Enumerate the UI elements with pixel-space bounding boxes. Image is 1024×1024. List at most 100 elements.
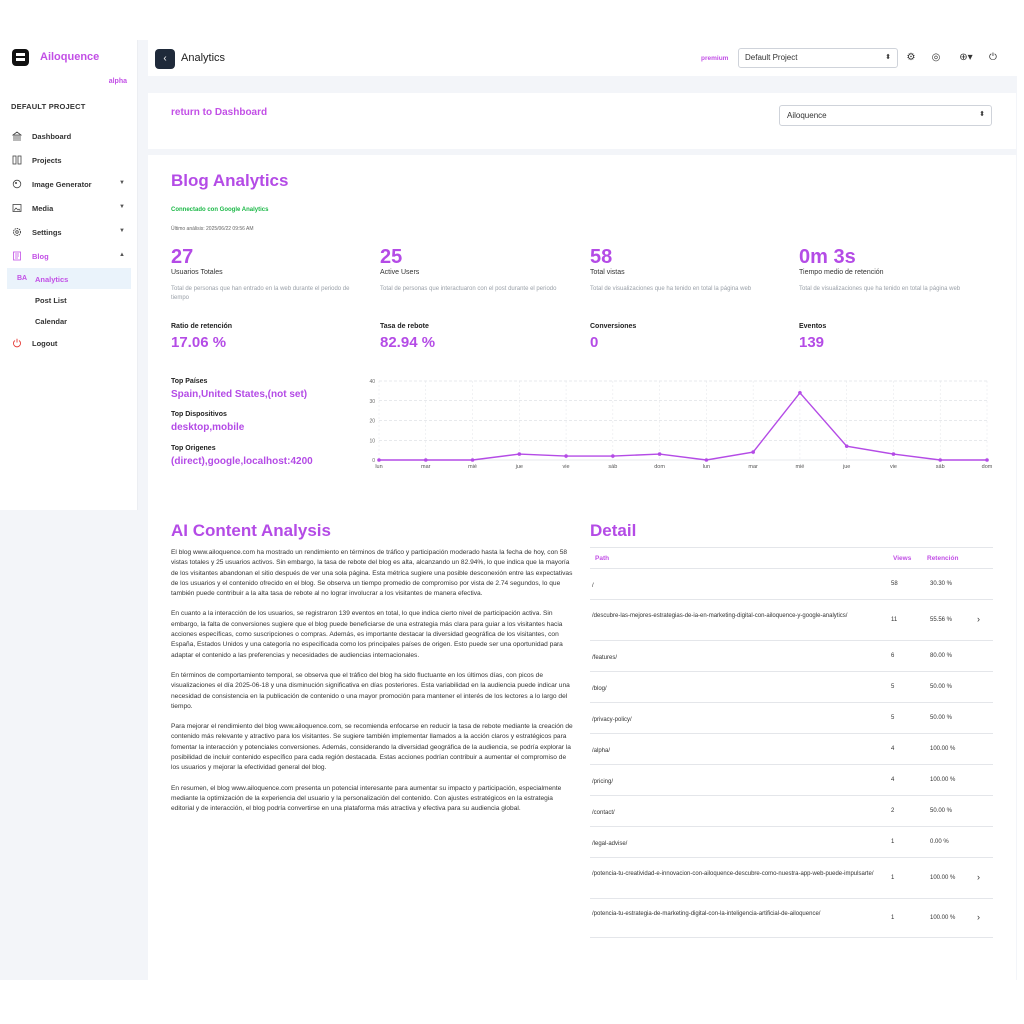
brand-name[interactable]: Ailoquence <box>40 51 99 63</box>
column-header-retention[interactable]: Retención <box>927 555 958 562</box>
x-tick-label: vie <box>890 464 897 470</box>
blog-analytics-title: Blog Analytics <box>171 171 289 190</box>
site-select-value: Ailoquence <box>787 111 827 120</box>
data-point <box>704 458 709 462</box>
table-row[interactable]: /alpha/4 100.00 % <box>590 734 993 765</box>
stat-description: Total de visualizaciones que ha tenido e… <box>799 286 961 292</box>
x-tick-label: lun <box>703 464 710 470</box>
row-views: 4 <box>891 776 895 783</box>
power-icon <box>13 338 21 348</box>
subitem-abbr: BA <box>17 275 28 282</box>
version-tag: alpha <box>108 78 127 85</box>
table-row[interactable]: /contact/2 50.00 % <box>590 796 993 827</box>
sidebar-item-media[interactable]: Media ▼ <box>0 196 138 220</box>
detail-title: Detail <box>590 521 637 540</box>
chevron-down-icon: ▼ <box>119 228 125 234</box>
row-retention: 100.00 % <box>930 874 956 881</box>
kpi-conversions: Conversiones 0 <box>590 323 636 351</box>
chevron-right-icon[interactable]: › <box>977 872 980 882</box>
top-devices-value: desktop,mobile <box>171 422 245 433</box>
sidebar-item-settings[interactable]: Settings ▼ <box>0 220 138 244</box>
sidebar-item-logout[interactable]: Logout <box>0 331 138 355</box>
row-path: /pricing/ <box>592 778 614 785</box>
stat-value: 0m 3s <box>799 246 856 268</box>
data-point <box>751 450 755 454</box>
sidebar-subitem-post-list[interactable]: Post List <box>0 289 138 310</box>
data-point <box>517 452 522 456</box>
plan-badge: premium <box>701 55 729 62</box>
kpi-name: Eventos <box>799 323 827 330</box>
kpi-events: Eventos 139 <box>799 323 826 351</box>
stat-avg-retention-time: 0m 3s Tiempo medio de retención Total de… <box>799 246 989 294</box>
subitem-label: Calendar <box>35 317 68 326</box>
x-tick-label: sáb <box>936 464 945 470</box>
row-path: / <box>592 582 594 589</box>
media-icon <box>12 204 22 212</box>
sidebar-item-blog[interactable]: Blog ▲ <box>0 244 138 268</box>
y-tick-label: 10 <box>369 438 375 444</box>
gear-icon <box>13 228 21 236</box>
sidebar-item-dashboard[interactable]: Dashboard <box>0 124 138 148</box>
kpi-retention-ratio: Ratio de retención 17.06 % <box>171 323 232 351</box>
chevron-right-icon[interactable]: › <box>977 912 980 922</box>
stat-value: 58 <box>590 246 613 268</box>
site-select[interactable]: Ailoquence ⬍ <box>779 105 992 126</box>
columns-icon <box>12 155 22 165</box>
table-row[interactable]: /legal-advise/1 0.00 % <box>590 827 993 858</box>
chevron-down-icon: ▼ <box>119 204 125 210</box>
table-row[interactable]: /descubre-las-mejores-estrategias-de-ia-… <box>590 600 993 641</box>
x-tick-label: mié <box>795 464 804 470</box>
y-tick-label: 40 <box>369 379 375 385</box>
settings-icon[interactable]: ⚙ <box>906 53 916 63</box>
table-row[interactable]: /privacy-policy/5 50.00 % <box>590 703 993 734</box>
chevron-up-icon: ▲ <box>119 252 125 258</box>
table-row[interactable]: /potencia-tu-creatividad-e-innovacion-co… <box>590 858 993 899</box>
row-retention: 30.30 % <box>930 580 953 587</box>
return-to-dashboard-link[interactable]: return to Dashboard <box>171 107 267 118</box>
analysis-paragraph: En cuanto a la interacción de los usuari… <box>171 610 563 659</box>
stat-name: Active Users <box>380 269 420 276</box>
data-point <box>377 458 381 462</box>
row-views: 5 <box>891 683 895 690</box>
column-header-path[interactable]: Path <box>595 555 609 562</box>
kpi-bounce-rate: Tasa de rebote 82.94 % <box>380 323 435 351</box>
back-button[interactable]: ‹ <box>155 49 175 69</box>
table-row[interactable]: /features/6 80.00 % <box>590 641 993 672</box>
sidebar-subitem-calendar[interactable]: Calendar <box>0 310 138 331</box>
sidebar-item-label: Media <box>32 204 54 213</box>
sidebar-item-label: Image Generator <box>32 180 92 189</box>
row-retention: 55.56 % <box>930 616 953 623</box>
controls-card: return to Dashboard Ailoquence ⬍ <box>148 93 1016 149</box>
top-devices-label: Top Dispositivos <box>171 411 227 418</box>
language-globe-icon[interactable]: ⊕▾ <box>956 53 976 63</box>
data-point <box>657 452 662 456</box>
table-row[interactable]: / 58 30.30 % <box>590 569 993 600</box>
x-tick-label: dom <box>982 464 993 470</box>
blog-icon <box>13 251 21 261</box>
project-select[interactable]: Default Project ⬍ <box>738 48 898 68</box>
sidebar-item-projects[interactable]: Projects <box>0 148 138 172</box>
row-retention: 50.00 % <box>930 683 953 690</box>
table-row[interactable]: /blog/5 50.00 % <box>590 672 993 703</box>
page-title: Analytics <box>181 52 226 64</box>
table-row[interactable]: /pricing/4 100.00 % <box>590 765 993 796</box>
data-point <box>844 444 849 448</box>
bank-icon <box>12 131 22 141</box>
column-header-views[interactable]: Views <box>893 555 911 562</box>
sidebar-subitem-analytics[interactable]: BA Analytics <box>7 268 131 289</box>
kpi-value: 82.94 % <box>380 334 436 351</box>
row-retention: 100.00 % <box>930 914 956 921</box>
user-icon[interactable]: ◎ <box>931 53 941 63</box>
power-icon[interactable]: ⏻ <box>988 53 998 63</box>
row-retention: 100.00 % <box>930 745 956 752</box>
data-point <box>985 458 989 462</box>
table-row[interactable]: /potencia-tu-estrategia-de-marketing-dig… <box>590 899 993 938</box>
y-tick-label: 20 <box>369 419 375 425</box>
data-point <box>891 452 896 456</box>
row-path: /potencia-tu-creatividad-e-innovacion-co… <box>592 870 874 877</box>
row-retention: 50.00 % <box>930 714 953 721</box>
data-point <box>470 458 475 462</box>
chevron-right-icon[interactable]: › <box>977 614 980 624</box>
last-analysis-timestamp: Último análisis: 2025/06/22 09:56 AM <box>171 226 254 232</box>
sidebar-item-image-generator[interactable]: Image Generator ▼ <box>0 172 138 196</box>
